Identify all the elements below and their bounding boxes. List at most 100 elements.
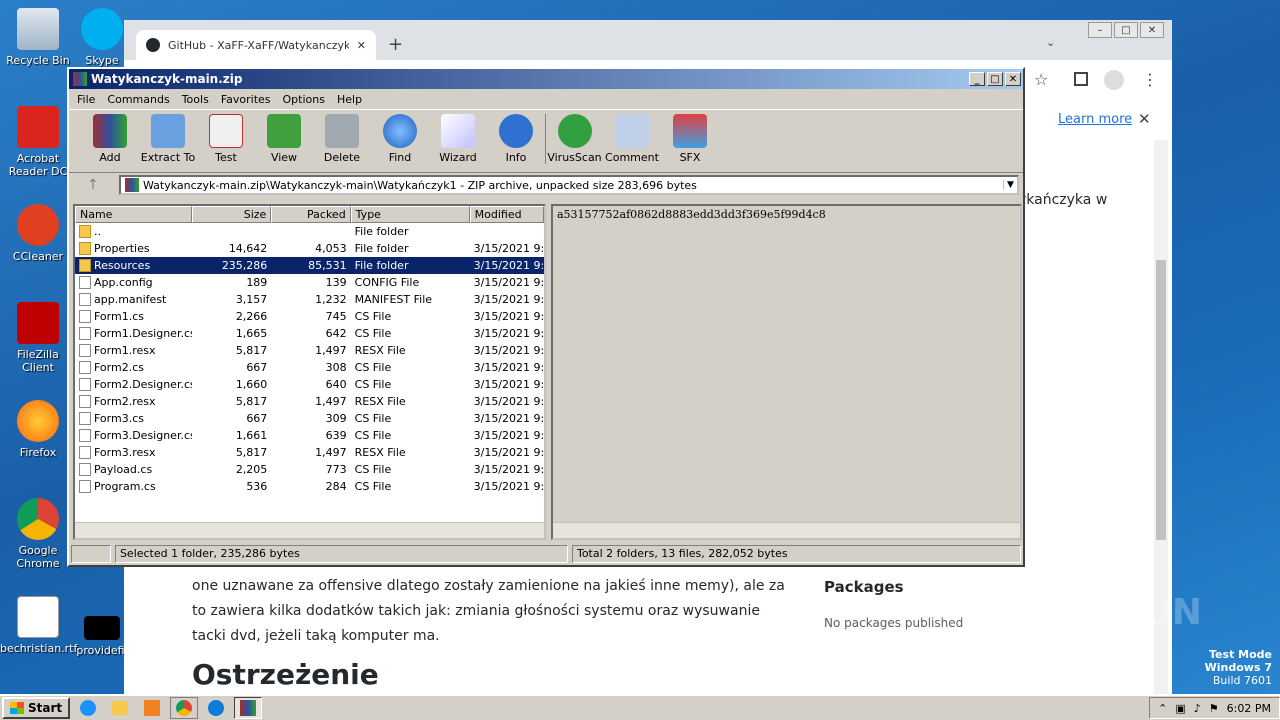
file-row[interactable]: Resources 235,286 85,531 File folder 3/15/20… <box>75 257 544 274</box>
file-row[interactable]: Form2.cs 667 308 CS File 3/15/2021 9:3 <box>75 359 544 376</box>
start-button[interactable]: Start <box>2 697 71 719</box>
menu-favorites[interactable]: Favorites <box>215 93 277 106</box>
menu-tools[interactable]: Tools <box>176 93 215 106</box>
winrar-titlebar[interactable]: Watykanczyk-main.zip _ □ ✕ <box>69 69 1023 89</box>
bug-icon <box>557 114 592 148</box>
desktop-icon-chrome[interactable]: Google Chrome <box>0 498 76 570</box>
menu-help[interactable]: Help <box>331 93 368 106</box>
maximize-button[interactable]: □ <box>987 72 1003 86</box>
desktop-icon-rtf[interactable]: bechristian.rtf <box>0 596 77 655</box>
ie-taskbar-icon[interactable] <box>74 697 102 719</box>
recycle-bin-icon <box>17 8 59 50</box>
file-row[interactable]: Properties 14,642 4,053 File folder 3/15/202… <box>75 240 544 257</box>
clipboard-icon <box>209 114 243 148</box>
anyrun-logo: ANY RUN <box>1018 592 1202 633</box>
minimize-button[interactable]: – <box>1088 22 1112 38</box>
delete-button[interactable]: Delete <box>313 114 371 164</box>
file-row[interactable]: Form3.resx 5,817 1,497 RESX File 3/15/2021 9… <box>75 444 544 461</box>
file-row[interactable]: .. File folder <box>75 223 544 240</box>
file-row[interactable]: Form3.Designer.cs 1,661 639 CS File 3/15/202… <box>75 427 544 444</box>
scrollbar-thumb[interactable] <box>1156 260 1166 540</box>
close-button[interactable]: ✕ <box>1005 72 1021 86</box>
column-size[interactable]: Size <box>191 206 272 223</box>
tab-list-chevron-icon[interactable]: ⌄ <box>1046 36 1055 49</box>
up-arrow-icon[interactable]: ↑ <box>73 177 113 193</box>
file-list-scrollbar[interactable] <box>75 522 544 538</box>
desktop-icon-filezilla[interactable]: FileZilla Client <box>0 302 76 374</box>
file-row[interactable]: Form2.resx 5,817 1,497 RESX File 3/15/2021 9… <box>75 393 544 410</box>
new-tab-icon[interactable]: + <box>388 34 403 55</box>
comment-button[interactable]: Comment <box>603 114 661 164</box>
filezilla-icon <box>17 302 59 344</box>
menu-options[interactable]: Options <box>277 93 331 106</box>
file-row[interactable]: Form1.Designer.cs 1,665 642 CS File 3/15/202… <box>75 325 544 342</box>
address-bar: ↑ Watykanczyk-main.zip\Watykanczyk-main\… <box>69 173 1023 197</box>
winrar-window: Watykanczyk-main.zip _ □ ✕ File Commands… <box>67 67 1025 567</box>
menu-kebab-icon[interactable]: ⋮ <box>1142 70 1158 89</box>
chrome-tab-github[interactable]: GitHub - XaFF-XaFF/Watykanczyk: R ✕ <box>136 30 376 60</box>
desktop-icon-providefil[interactable]: providefil <box>72 616 132 657</box>
menu-commands[interactable]: Commands <box>101 93 175 106</box>
close-button[interactable]: ✕ <box>1140 22 1164 38</box>
column-type[interactable]: Type <box>350 206 470 223</box>
sfx-button[interactable]: SFX <box>661 114 719 164</box>
learn-more-link[interactable]: Learn more <box>1058 112 1132 127</box>
trash-icon <box>325 114 359 148</box>
add-button[interactable]: Add <box>81 114 139 164</box>
desktop-icon-acrobat[interactable]: Acrobat Reader DC <box>0 106 76 178</box>
media-player-taskbar-icon[interactable] <box>138 697 166 719</box>
menu-file[interactable]: File <box>71 93 101 106</box>
wizard-button[interactable]: Wizard <box>429 114 487 164</box>
desktop-icon-skype[interactable]: Skype <box>72 8 132 67</box>
toolbar: Add Extract To Test View Delete Find Wiz… <box>69 109 1023 173</box>
file-icon <box>84 616 120 640</box>
file-list-header: Name Size Packed Type Modified <box>75 206 544 223</box>
file-row[interactable]: Form3.cs 667 309 CS File 3/15/2021 9:3 <box>75 410 544 427</box>
file-row[interactable]: Form1.cs 2,266 745 CS File 3/15/2021 9:3 <box>75 308 544 325</box>
folder-icon <box>151 114 185 148</box>
tab-close-icon[interactable]: ✕ <box>357 39 366 52</box>
profile-icon[interactable] <box>1104 70 1124 90</box>
virusscan-button[interactable]: VirusScan <box>545 114 603 164</box>
info-button[interactable]: Info <box>487 114 545 164</box>
dropdown-arrow-icon[interactable]: ▼ <box>1003 180 1017 190</box>
edge-taskbar-icon[interactable] <box>202 697 230 719</box>
drive-icon <box>71 545 111 563</box>
tray-expand-icon[interactable]: ⌃ <box>1158 702 1167 715</box>
view-button[interactable]: View <box>255 114 313 164</box>
network-icon[interactable]: ▣ <box>1175 702 1185 715</box>
address-field[interactable]: Watykanczyk-main.zip\Watykanczyk-main\Wa… <box>119 175 1019 195</box>
clock[interactable]: 6:02 PM <box>1227 702 1271 715</box>
find-button[interactable]: Find <box>371 114 429 164</box>
extract-to-button[interactable]: Extract To <box>139 114 197 164</box>
packages-title[interactable]: Packages <box>824 578 904 596</box>
file-icon <box>79 344 91 358</box>
minimize-button[interactable]: _ <box>969 72 985 86</box>
explorer-taskbar-icon[interactable] <box>106 697 134 719</box>
close-icon[interactable]: ✕ <box>1138 110 1151 128</box>
desktop-icon-firefox[interactable]: Firefox <box>0 400 76 459</box>
star-icon[interactable]: ☆ <box>1034 70 1048 89</box>
column-packed[interactable]: Packed <box>271 206 351 223</box>
chrome-taskbar-icon[interactable] <box>170 697 199 719</box>
file-row[interactable]: Form1.resx 5,817 1,497 RESX File 3/15/2021 9… <box>75 342 544 359</box>
test-button[interactable]: Test <box>197 114 255 164</box>
volume-icon[interactable]: ♪ <box>1194 702 1201 715</box>
file-row[interactable]: Payload.cs 2,205 773 CS File 3/15/2021 9:3 <box>75 461 544 478</box>
desktop-icon-recycle-bin[interactable]: Recycle Bin <box>0 8 76 67</box>
winrar-taskbar-icon[interactable] <box>234 697 263 719</box>
desktop-icon-ccleaner[interactable]: CCleaner <box>0 204 76 263</box>
sidepanel-icon[interactable] <box>1074 72 1088 86</box>
file-row[interactable]: App.config 189 139 CONFIG File 3/15/2021 9:3 <box>75 274 544 291</box>
column-modified[interactable]: Modified <box>469 206 544 223</box>
folder-icon <box>79 259 91 273</box>
column-name[interactable]: Name <box>75 206 192 223</box>
file-row[interactable]: Program.cs 536 284 CS File 3/15/2021 9:3 <box>75 478 544 495</box>
winrar-app-icon <box>73 72 87 86</box>
file-icon <box>79 310 91 324</box>
flag-icon[interactable]: ⚑ <box>1209 702 1219 715</box>
maximize-button[interactable]: □ <box>1114 22 1138 38</box>
file-row[interactable]: app.manifest 3,157 1,232 MANIFEST File 3/15/… <box>75 291 544 308</box>
file-row[interactable]: Form2.Designer.cs 1,660 640 CS File 3/15/202… <box>75 376 544 393</box>
comment-scrollbar[interactable] <box>553 522 1020 538</box>
